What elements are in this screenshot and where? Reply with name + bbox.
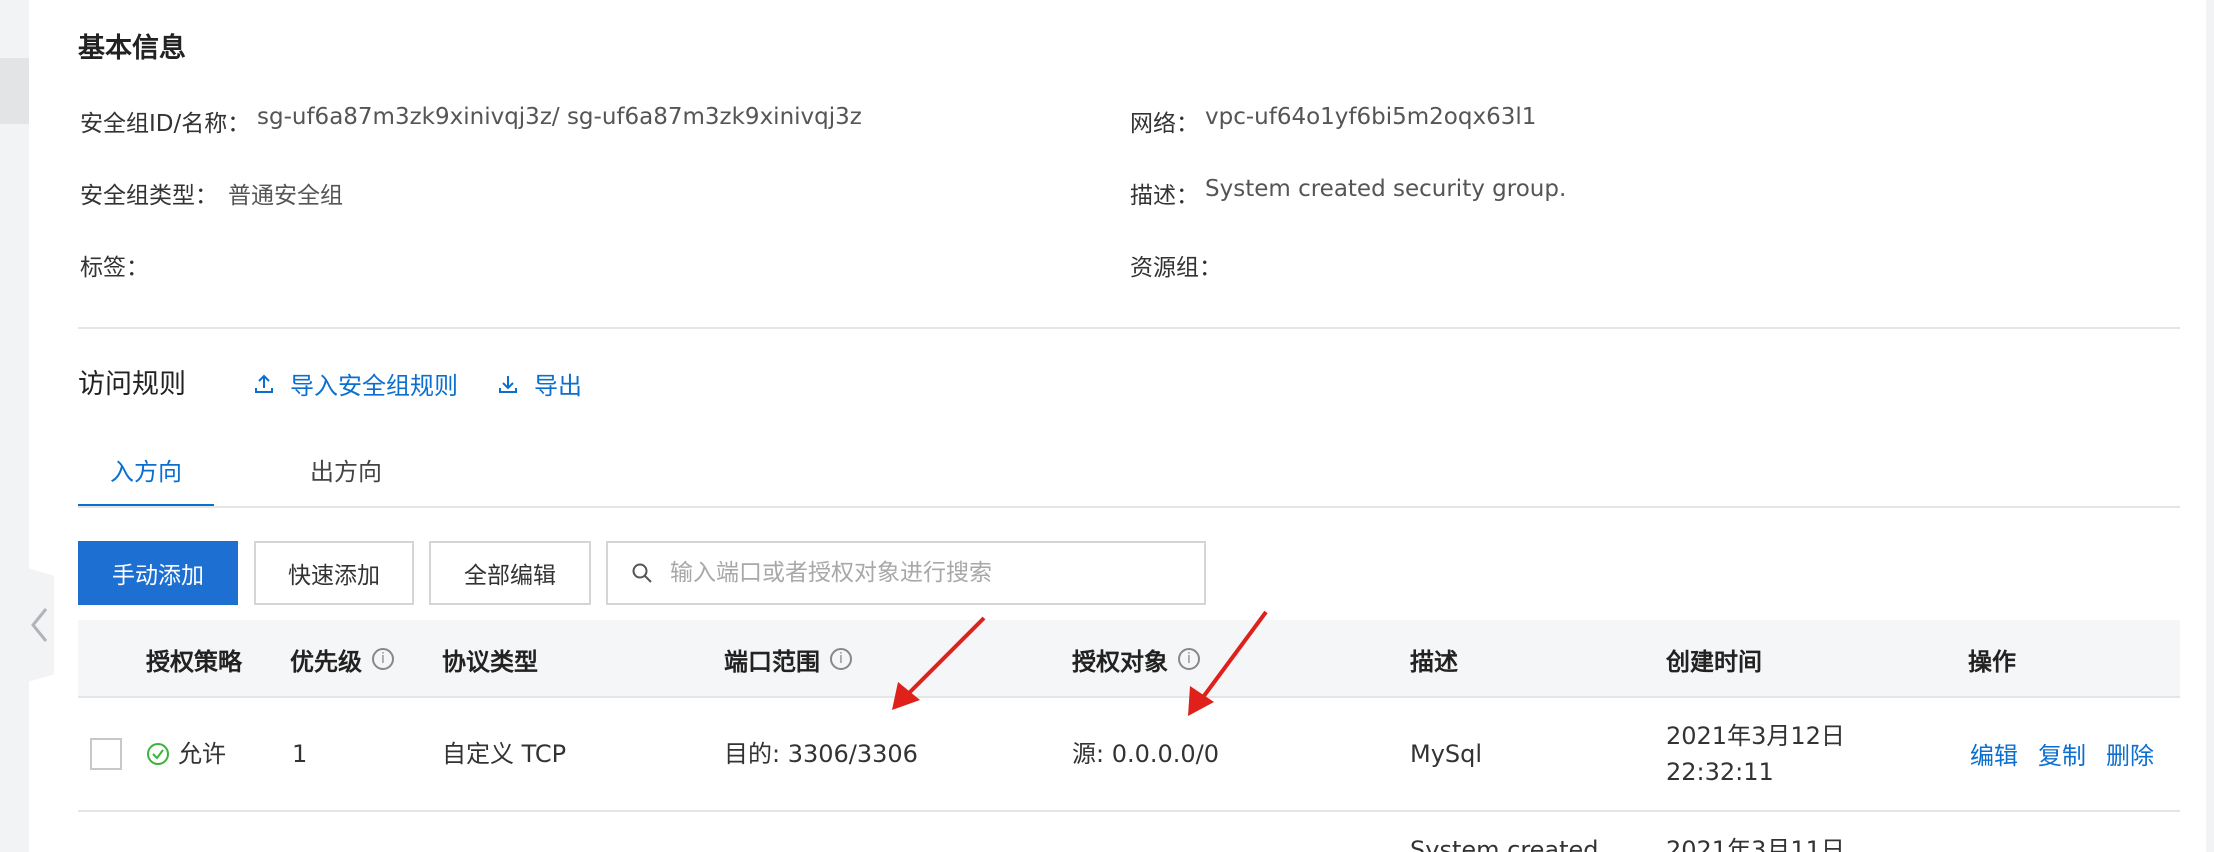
col-created: 创建时间 [1666, 647, 1762, 676]
export-button[interactable]: 导出 [496, 366, 582, 401]
info-icon[interactable]: i [372, 648, 394, 670]
description-cell: System created [1410, 836, 1599, 852]
edit-link[interactable]: 编辑 [1970, 738, 2018, 774]
tags-label: 标签： [80, 255, 149, 281]
description-value: System created security group. [1205, 176, 1567, 202]
row-checkbox[interactable] [90, 738, 122, 770]
edit-all-button[interactable]: 全部编辑 [429, 541, 591, 605]
description-label: 描述： [1130, 183, 1199, 209]
created-time-cell: 22:32:11 [1666, 758, 1774, 786]
right-panel-strip [2206, 0, 2214, 852]
left-panel-strip [0, 0, 29, 852]
priority-cell: 1 [292, 740, 308, 768]
upload-icon [255, 374, 273, 393]
sg-id-label: 安全组ID/名称： [80, 111, 251, 137]
created-date-cell: 2021年3月11日 [1666, 836, 1845, 852]
col-port-range: 端口范围 i [724, 620, 852, 698]
annotation-arrow-port [892, 616, 986, 710]
port-range-cell: 目的: 3306/3306 [724, 740, 918, 768]
quick-add-button[interactable]: 快速添加 [254, 541, 414, 605]
tab-inbound[interactable]: 入方向 [78, 452, 214, 508]
table-header: 授权策略 优先级 i 协议类型 端口范围 i 授权对象 i 描述 创建时间 操作 [78, 620, 2180, 698]
sg-type-label: 安全组类型： [80, 183, 218, 209]
table-row: System created 2021年3月11日 [78, 812, 2180, 852]
chevron-left-icon[interactable] [28, 605, 50, 645]
annotation-arrow-auth [1188, 610, 1268, 716]
search-input[interactable] [670, 560, 1190, 586]
search-icon [632, 563, 652, 583]
left-panel-tab[interactable] [0, 58, 29, 124]
section-divider [78, 327, 2180, 329]
network-value: vpc-uf64o1yf6bi5m2oqx63l1 [1205, 104, 1537, 130]
col-priority: 优先级 i [290, 620, 394, 698]
auth-object-cell: 源: 0.0.0.0/0 [1072, 740, 1220, 768]
import-rules-label: 导入安全组规则 [290, 372, 458, 400]
policy-cell: 允许 [146, 736, 226, 772]
table-row: 允许 1 自定义 TCP 目的: 3306/3306 源: 0.0.0.0/0 … [78, 698, 2180, 812]
col-description: 描述 [1410, 647, 1458, 676]
access-rules-title: 访问规则 [78, 369, 186, 400]
col-policy: 授权策略 [146, 647, 242, 676]
copy-link[interactable]: 复制 [2038, 738, 2086, 774]
protocol-cell: 自定义 TCP [442, 740, 567, 768]
info-icon[interactable]: i [830, 648, 852, 670]
description-cell: MySql [1410, 740, 1483, 768]
basic-info-title: 基本信息 [78, 33, 186, 64]
resource-group-label: 资源组： [1130, 255, 1222, 281]
network-label: 网络： [1130, 111, 1199, 137]
tab-underline [78, 506, 2180, 508]
sg-type-value: 普通安全组 [228, 183, 343, 209]
tab-outbound[interactable]: 出方向 [278, 452, 414, 508]
created-date-cell: 2021年3月12日 [1666, 722, 1845, 750]
check-circle-icon [147, 743, 169, 765]
col-protocol: 协议类型 [442, 647, 538, 676]
export-label: 导出 [534, 372, 582, 400]
manual-add-button[interactable]: 手动添加 [78, 541, 238, 605]
sg-id-value: sg-uf6a87m3zk9xinivqj3z/ sg-uf6a87m3zk9x… [257, 104, 862, 130]
import-rules-button[interactable]: 导入安全组规则 [252, 366, 458, 401]
search-box[interactable] [606, 541, 1206, 605]
delete-link[interactable]: 删除 [2106, 738, 2154, 774]
col-actions: 操作 [1968, 647, 2016, 676]
download-icon [499, 375, 517, 393]
